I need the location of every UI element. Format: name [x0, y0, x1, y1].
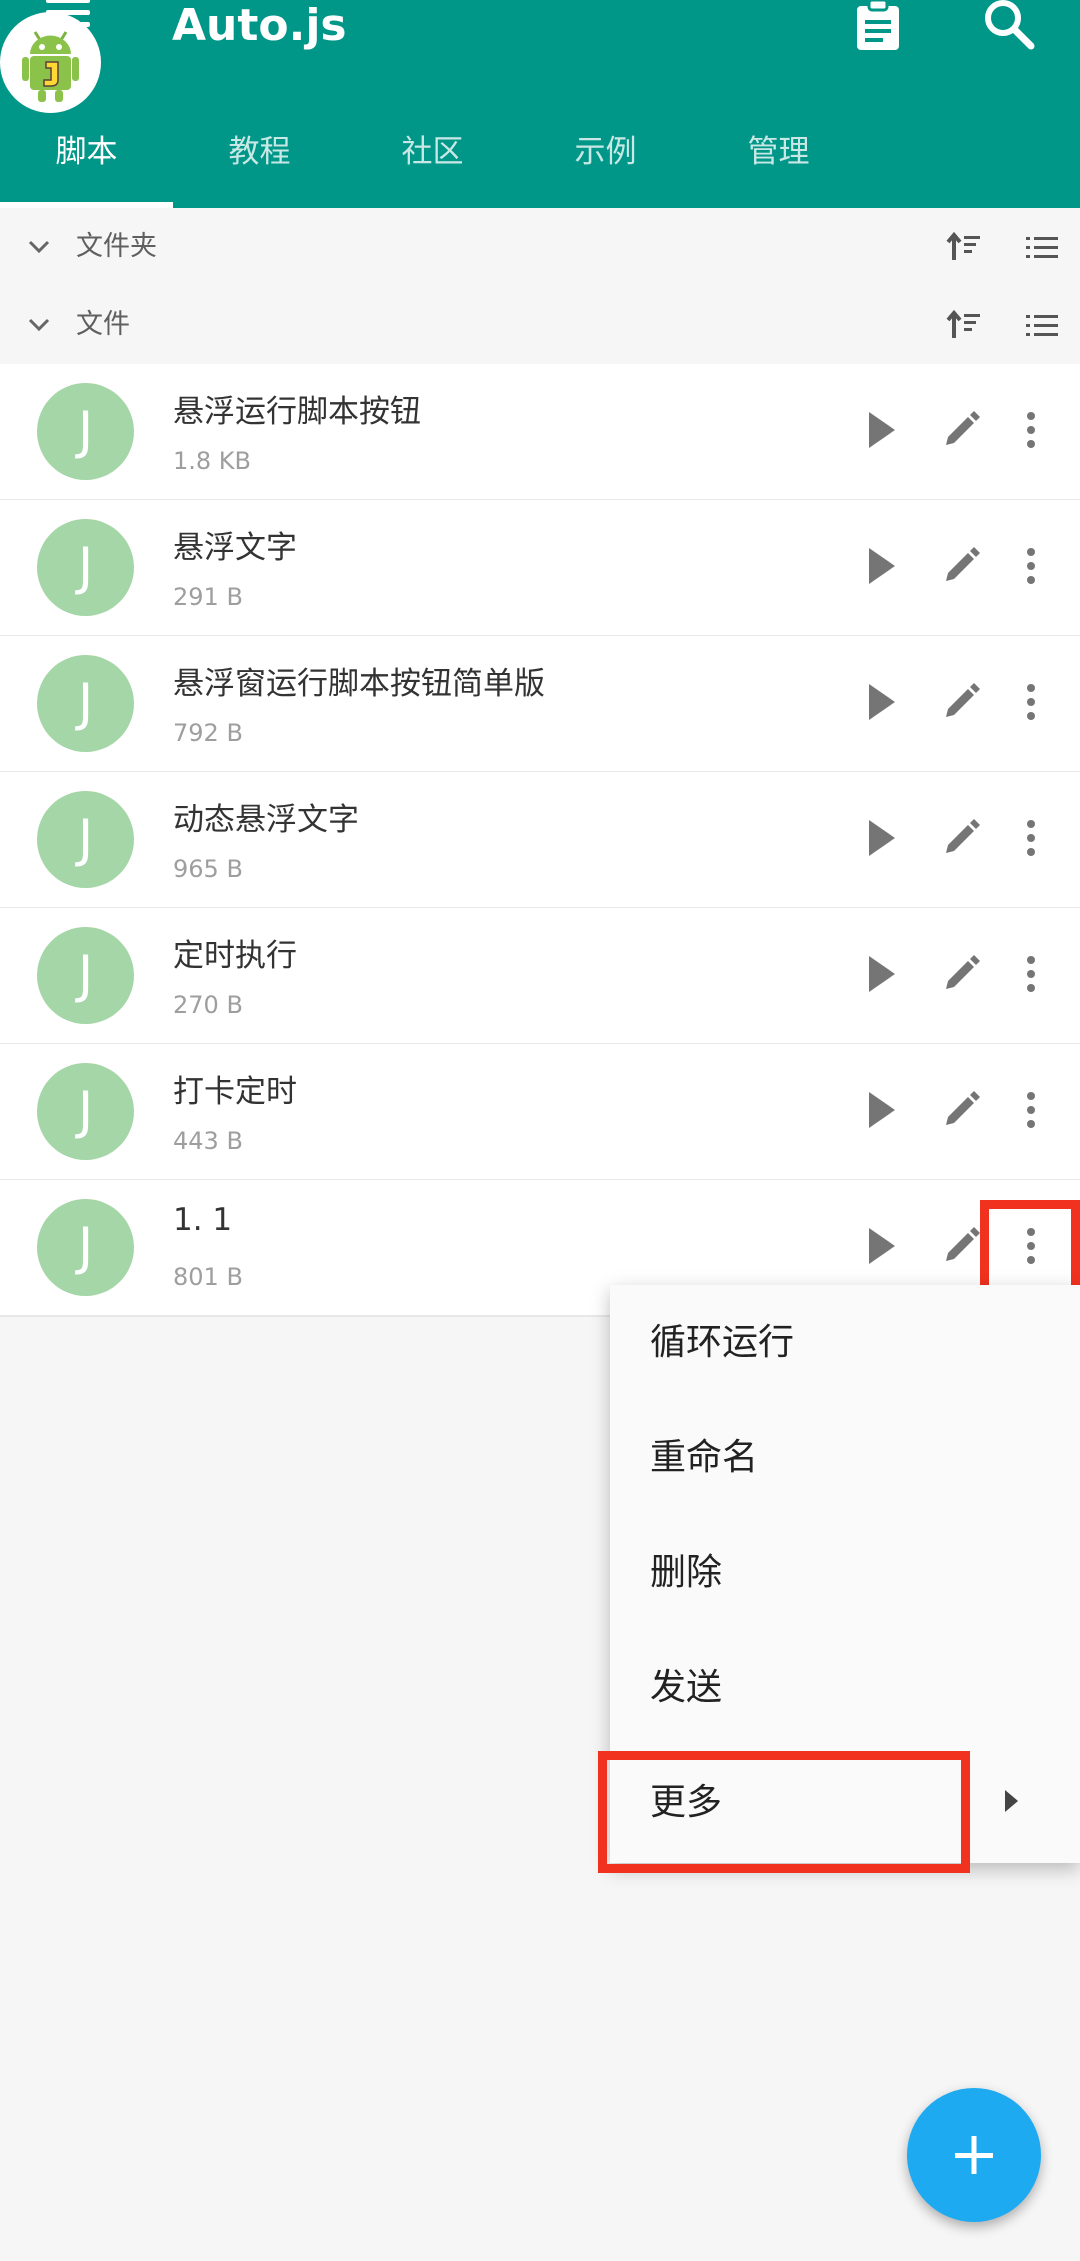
pencil-icon[interactable]: [940, 1225, 982, 1267]
menu-item-rename[interactable]: 重命名: [610, 1400, 1080, 1515]
file-row[interactable]: J 定时执行 270 B: [0, 908, 1080, 1045]
file-avatar: J: [37, 519, 134, 616]
file-row[interactable]: J 悬浮窗运行脚本按钮简单版 792 B: [0, 636, 1080, 773]
file-avatar: J: [37, 655, 134, 752]
more-vert-icon[interactable]: [1024, 1090, 1038, 1130]
play-icon[interactable]: [865, 680, 899, 724]
tab-tutorial[interactable]: 教程: [173, 118, 346, 208]
tab-examples[interactable]: 示例: [519, 118, 692, 208]
play-icon[interactable]: [865, 952, 899, 996]
add-button[interactable]: [907, 2088, 1041, 2222]
file-name: 悬浮文字: [173, 530, 297, 566]
file-row[interactable]: J 悬浮文字 291 B: [0, 500, 1080, 637]
more-vert-icon[interactable]: [1024, 818, 1038, 858]
folders-section-label: 文件夹: [76, 231, 157, 262]
sort-icon[interactable]: [946, 308, 982, 342]
menu-item-delete[interactable]: 删除: [610, 1515, 1080, 1630]
file-name: 动态悬浮文字: [173, 802, 359, 838]
file-row[interactable]: J 打卡定时 443 B: [0, 1044, 1080, 1181]
plus-icon: [955, 2136, 993, 2174]
menu-item-send[interactable]: 发送: [610, 1630, 1080, 1745]
search-icon[interactable]: [983, 0, 1035, 52]
file-size: 443 B: [173, 1127, 243, 1155]
files-section-label: 文件: [76, 309, 130, 340]
pencil-icon[interactable]: [940, 1089, 982, 1131]
app-title: Auto.js: [172, 0, 347, 51]
file-row[interactable]: J 悬浮运行脚本按钮 1.8 KB: [0, 364, 1080, 501]
file-size: 792 B: [173, 719, 243, 747]
file-name: 悬浮运行脚本按钮: [173, 394, 421, 430]
file-name: 打卡定时: [173, 1074, 297, 1110]
sort-icon[interactable]: [946, 230, 982, 264]
pencil-icon[interactable]: [940, 409, 982, 451]
menu-item-label: 删除: [650, 1552, 723, 1593]
file-size: 291 B: [173, 583, 243, 611]
file-avatar: J: [37, 927, 134, 1024]
file-size: 270 B: [173, 991, 243, 1019]
file-name: 1. 1: [173, 1202, 233, 1238]
more-vert-icon[interactable]: [1024, 410, 1038, 450]
more-vert-icon[interactable]: [1024, 546, 1038, 586]
file-avatar: J: [37, 1199, 134, 1296]
clipboard-icon[interactable]: [855, 0, 901, 50]
file-name: 悬浮窗运行脚本按钮简单版: [173, 666, 545, 702]
more-vert-icon[interactable]: [1024, 954, 1038, 994]
tab-community[interactable]: 社区: [346, 118, 519, 208]
play-icon[interactable]: [865, 544, 899, 588]
more-vert-icon[interactable]: [1024, 682, 1038, 722]
file-avatar: J: [37, 383, 134, 480]
tab-scripts[interactable]: 脚本: [0, 118, 173, 208]
file-avatar: J: [37, 791, 134, 888]
chevron-down-icon[interactable]: [24, 232, 54, 262]
app-logo: [0, 12, 101, 113]
file-avatar: J: [37, 1063, 134, 1160]
chevron-down-icon[interactable]: [24, 310, 54, 340]
menu-item-loop-run[interactable]: 循环运行: [610, 1285, 1080, 1400]
file-size: 1.8 KB: [173, 447, 251, 475]
files-section-header[interactable]: 文件: [0, 286, 1080, 364]
app-bar: Auto.js 脚本 教程 社区 示例 管理: [0, 0, 1080, 208]
play-icon[interactable]: [865, 816, 899, 860]
tab-bar: 脚本 教程 社区 示例 管理: [0, 118, 1080, 208]
list-icon[interactable]: [1024, 310, 1060, 340]
pencil-icon[interactable]: [940, 681, 982, 723]
list-icon[interactable]: [1024, 232, 1060, 262]
tab-manage[interactable]: 管理: [692, 118, 865, 208]
highlight-more-menu-item: [598, 1751, 970, 1873]
file-size: 965 B: [173, 855, 243, 883]
pencil-icon[interactable]: [940, 817, 982, 859]
folders-section-header[interactable]: 文件夹: [0, 208, 1080, 286]
pencil-icon[interactable]: [940, 953, 982, 995]
menu-item-label: 重命名: [650, 1437, 759, 1478]
play-icon[interactable]: [865, 1088, 899, 1132]
menu-item-label: 循环运行: [650, 1322, 795, 1363]
menu-item-label: 发送: [650, 1667, 723, 1708]
file-size: 801 B: [173, 1263, 243, 1291]
file-row[interactable]: J 动态悬浮文字 965 B: [0, 772, 1080, 909]
submenu-arrow-icon: [1005, 1790, 1018, 1812]
play-icon[interactable]: [865, 408, 899, 452]
play-icon[interactable]: [865, 1224, 899, 1268]
pencil-icon[interactable]: [940, 545, 982, 587]
file-name: 定时执行: [173, 938, 297, 974]
